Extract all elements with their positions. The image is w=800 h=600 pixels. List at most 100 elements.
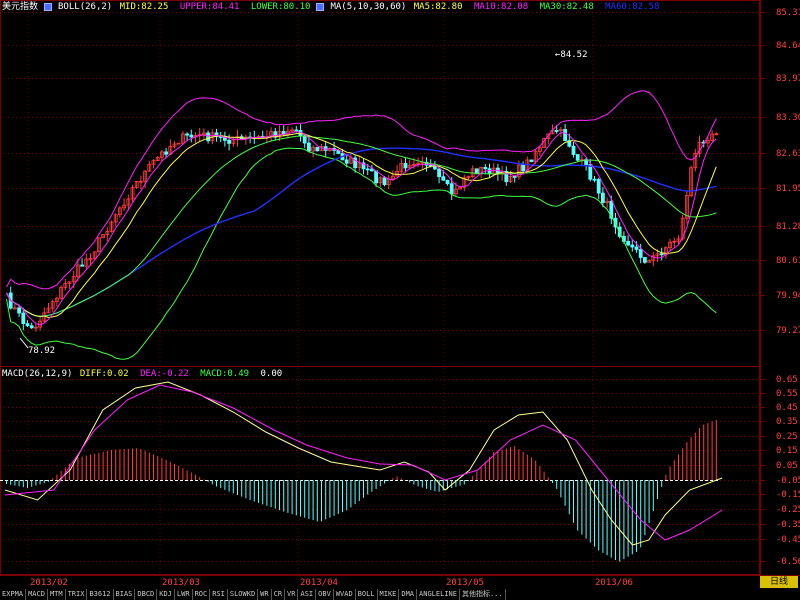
candle-down — [21, 312, 26, 325]
candle-down — [432, 165, 437, 170]
price-tick-label: 80.61 — [776, 256, 800, 266]
macd-tick-label: 0.05 — [776, 461, 798, 471]
price-tick-label: 79.27 — [776, 326, 800, 336]
macd-tick-label: -0.15 — [776, 490, 800, 500]
indicator-tab-20[interactable]: DMA — [399, 589, 418, 600]
macd-diff: DIFF:0.02 — [79, 369, 129, 379]
price-tick-label: 83.97 — [776, 74, 800, 84]
candle-down — [306, 142, 311, 152]
candle-down — [626, 241, 630, 246]
ma60-value: MA60:82.58 — [605, 2, 660, 12]
macd-diff-line — [4, 381, 723, 546]
indicator-tab-1[interactable]: MACD — [26, 589, 48, 600]
high-annotation: ←84.52 — [555, 50, 588, 60]
indicator-tab-9[interactable]: ROC — [193, 589, 211, 600]
chart-frame — [0, 0, 760, 575]
indicator-tab-11[interactable]: SLOWKD — [228, 589, 259, 600]
candle-down — [227, 139, 232, 144]
candle-down — [554, 130, 559, 132]
macd-indicator-header: MACD(26,12,9) DIFF:0.02 DEA:-0.22 MACD:0… — [2, 369, 288, 380]
indicator-tab-14[interactable]: VR — [285, 589, 299, 600]
indicator-tab-8[interactable]: LWR — [175, 589, 193, 600]
price-tick-label: 81.95 — [776, 184, 800, 194]
boll-lower: LOWER:80.10 — [250, 2, 311, 12]
indicator-tab-10[interactable]: RSI — [210, 589, 228, 600]
candle-down — [25, 323, 30, 327]
boll-mid: MID:82.25 — [119, 2, 169, 12]
ma-settings-icon[interactable] — [316, 2, 325, 11]
macd-tick-label: 0.25 — [776, 432, 798, 442]
candle-down — [315, 146, 320, 152]
indicator-settings-icon[interactable] — [44, 2, 53, 11]
indicator-tab-15[interactable]: ASI — [298, 589, 317, 600]
ma30-value: MA30:82.48 — [539, 2, 594, 12]
indicator-tab-17[interactable]: WVAD — [334, 589, 356, 600]
macd-tick-label: 0.15 — [776, 446, 798, 456]
candle-down — [189, 134, 194, 138]
macd-tick-label: 0.45 — [776, 403, 798, 413]
price-tick-label: 79.94 — [776, 291, 800, 301]
indicator-tab-0[interactable]: EXPMA — [0, 589, 27, 600]
period-daily-button[interactable]: 日线 — [760, 576, 798, 588]
macd-tick-label: 0.65 — [776, 375, 798, 385]
boll-upper: UPPER:84.41 — [179, 2, 240, 12]
date-tick-label: 2013/06 — [595, 578, 633, 588]
indicator-tab-19[interactable]: MIKE — [378, 589, 400, 600]
macd-dea: DEA:-0.22 — [140, 369, 189, 379]
indicator-tab-21[interactable]: ANGLELINE — [417, 589, 460, 600]
boll-label: BOLL(26,2) — [58, 2, 113, 12]
indicator-tab-5[interactable]: BIAS — [114, 589, 136, 600]
candle-down — [634, 246, 639, 250]
candle-down — [294, 129, 299, 132]
candle-down — [403, 162, 408, 169]
indicator-tab-16[interactable]: OBV — [316, 589, 334, 600]
indicator-tab-18[interactable]: BOLL — [356, 589, 378, 600]
candle-down — [575, 154, 580, 161]
macd-tick-label: -0.25 — [776, 505, 800, 515]
candle-down — [592, 178, 597, 181]
candle-down — [449, 183, 454, 195]
indicator-tab-7[interactable]: KDJ — [157, 589, 175, 600]
main-indicator-header: 美元指数 BOLL(26,2) MID:82.25 UPPER:84.41 LOW… — [2, 2, 665, 13]
chart-canvas: 85.31 84.64 83.97 83.30 82.63 81.95 81.28 80.61… — [0, 0, 800, 588]
indicator-tab-2[interactable]: MTM — [48, 589, 66, 600]
candle-down — [571, 145, 576, 155]
macd-tick-label: 0.55 — [776, 389, 798, 399]
candle-down — [483, 166, 488, 170]
candle-down — [563, 129, 567, 142]
candle-down — [487, 168, 492, 175]
candle-down — [185, 133, 190, 136]
macd-tick-label: -0.45 — [776, 535, 800, 545]
date-tick-label: 2013/04 — [300, 578, 338, 588]
macd-tick-label: -0.05 — [776, 476, 800, 486]
candle-down — [382, 177, 387, 186]
candle-down — [659, 253, 664, 256]
indicator-tab-13[interactable]: CR — [272, 589, 286, 600]
candle-down — [29, 325, 34, 329]
indicator-tab-4[interactable]: B3612 — [87, 589, 114, 600]
candle-down — [302, 135, 307, 144]
candle-down — [445, 179, 450, 185]
ma10-value: MA10:82.08 — [473, 2, 529, 12]
macd-extra: 0.00 — [260, 369, 283, 379]
macd-tick-label: -0.56 — [776, 557, 800, 567]
candle-down — [441, 176, 446, 181]
candle-down — [529, 159, 534, 163]
date-tick-label: 2013/03 — [162, 578, 200, 588]
macd-value: MACD:0.49 — [200, 369, 250, 379]
candle-down — [630, 244, 635, 248]
price-tick-label: 84.64 — [776, 41, 800, 51]
candle-down — [437, 168, 442, 178]
price-tick-label: 81.28 — [776, 222, 800, 232]
indicator-tab-6[interactable]: DBCD — [135, 589, 158, 600]
candle-down — [596, 179, 601, 194]
macd-label: MACD(26,12,9) — [2, 369, 73, 379]
indicator-tab-12[interactable]: WR — [258, 589, 272, 600]
indicator-tab-3[interactable]: TRIX — [66, 589, 88, 600]
candle-down — [365, 168, 370, 171]
ma5-value: MA5:82.80 — [413, 2, 463, 12]
date-tick-label: 2013/05 — [446, 578, 484, 588]
indicator-tab-bar: EXPMA MACD MTM TRIX B3612 BIAS DBCD KDJ LWR ROC RS… — [0, 589, 800, 600]
price-tick-label: 83.30 — [776, 113, 800, 123]
indicator-tab-22[interactable]: 其他指标... — [460, 589, 506, 600]
